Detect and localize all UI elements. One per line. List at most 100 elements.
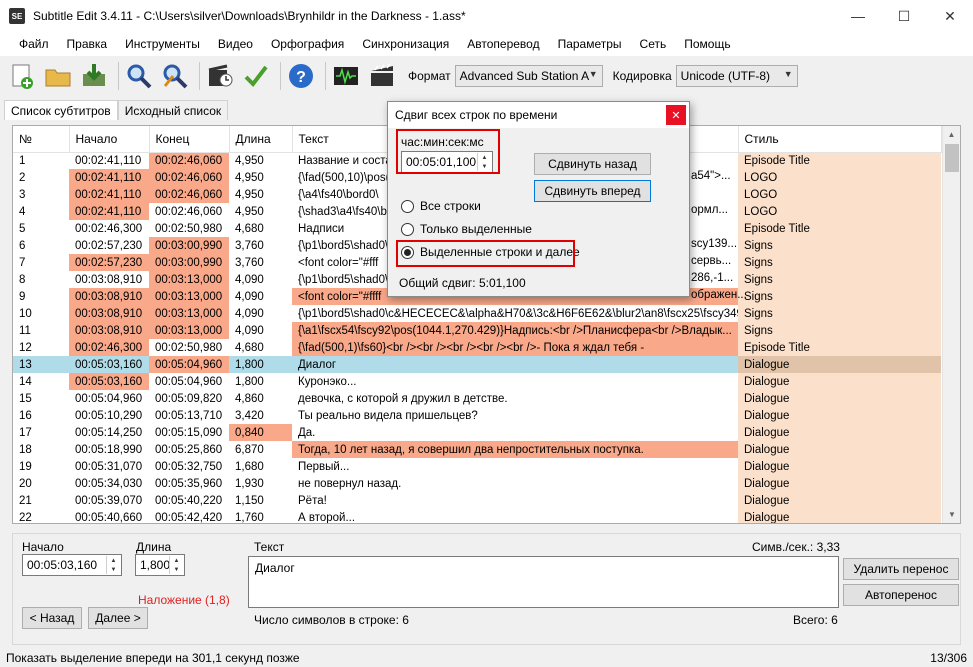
- menu-options[interactable]: Параметры: [549, 37, 631, 51]
- cell-end: 00:02:46,060: [149, 186, 229, 203]
- menu-network[interactable]: Сеть: [631, 37, 676, 51]
- spellcheck-icon[interactable]: [240, 60, 272, 92]
- shift-back-button[interactable]: Сдвинуть назад: [534, 153, 651, 175]
- maximize-button[interactable]: ☐: [881, 0, 927, 32]
- cell-end: 00:03:13,000: [149, 288, 229, 305]
- scroll-down-icon[interactable]: ▼: [943, 506, 960, 523]
- cell-start: 00:03:08,910: [69, 288, 149, 305]
- table-row[interactable]: 11 00:03:08,910 00:03:13,000 4,090 {\a1\fscx…: [13, 322, 941, 339]
- menu-tools[interactable]: Инструменты: [116, 37, 209, 51]
- column-header-duration[interactable]: Длина: [229, 126, 293, 153]
- cell-end: 00:05:42,420: [155, 511, 223, 524]
- menu-autotranslate[interactable]: Автоперевод: [458, 37, 548, 51]
- column-header-start[interactable]: Начало: [69, 126, 150, 153]
- cell-start: 00:05:04,960: [75, 392, 143, 405]
- start-time-input[interactable]: 00:05:03,160 ▲ ▼: [22, 554, 122, 576]
- cell-end: 00:03:00,990: [149, 254, 229, 271]
- radio-selected-only[interactable]: Только выделенные: [401, 222, 532, 236]
- column-header-style[interactable]: Стиль: [738, 126, 942, 153]
- shift-times-dialog: Сдвиг всех строк по времени ✕ час:мин:се…: [387, 101, 690, 297]
- cell-start: 00:03:08,910: [69, 305, 149, 322]
- minimize-button[interactable]: —: [835, 0, 881, 32]
- scroll-thumb[interactable]: [945, 144, 959, 172]
- replace-icon[interactable]: [159, 60, 191, 92]
- menu-sync[interactable]: Синхронизация: [353, 37, 458, 51]
- prev-button[interactable]: < Назад: [22, 607, 82, 629]
- cell-duration: 3,760: [235, 256, 264, 269]
- cell-style: LOGO: [738, 203, 941, 220]
- close-window-button[interactable]: ✕: [927, 0, 973, 32]
- overlap-warning: Наложение (1,8): [138, 593, 230, 607]
- save-icon[interactable]: [78, 60, 110, 92]
- menu-help[interactable]: Помощь: [675, 37, 739, 51]
- encoding-select[interactable]: Unicode (UTF-8) ▼: [675, 65, 798, 87]
- cell-text: не повернул назад.: [298, 477, 402, 490]
- scroll-up-icon[interactable]: ▲: [943, 126, 960, 143]
- grid-scrollbar[interactable]: ▲ ▼: [942, 126, 960, 523]
- tab-original-list[interactable]: Исходный список: [117, 100, 229, 120]
- app-icon: SE: [9, 8, 25, 24]
- duration-input[interactable]: 1,800 ▲ ▼: [135, 554, 185, 576]
- cell-duration: 4,090: [235, 324, 264, 337]
- cell-duration: 3,760: [235, 239, 264, 252]
- visual-sync-icon[interactable]: [204, 60, 236, 92]
- table-row[interactable]: 12 00:02:46,300 00:02:50,980 4,680 {\fad(500…: [13, 339, 941, 356]
- help-icon[interactable]: ?: [285, 60, 317, 92]
- table-row[interactable]: 18 00:05:18,990 00:05:25,860 6,870 Тогда, 10…: [13, 441, 941, 458]
- open-folder-icon[interactable]: [42, 60, 74, 92]
- cell-start: 00:05:31,070: [75, 460, 143, 473]
- format-select[interactable]: Advanced Sub Station A ▼: [454, 65, 603, 87]
- menu-edit[interactable]: Правка: [58, 37, 117, 51]
- start-time-spinner[interactable]: ▲ ▼: [106, 556, 120, 574]
- column-header-end[interactable]: Конец: [149, 126, 230, 153]
- table-row[interactable]: 10 00:03:08,910 00:03:13,000 4,090 {\p1\bord…: [13, 305, 941, 322]
- table-row[interactable]: 20 00:05:34,030 00:05:35,960 1,930 не поверн…: [13, 475, 941, 492]
- cell-number: 13: [13, 356, 69, 373]
- menu-file[interactable]: Файл: [10, 37, 58, 51]
- table-row[interactable]: 13 00:05:03,160 00:05:04,960 1,800 Диалог Dia…: [13, 356, 941, 373]
- radio-circle: [401, 199, 414, 213]
- cell-duration: 4,950: [235, 154, 264, 167]
- dialog-close-icon[interactable]: ✕: [666, 105, 686, 125]
- cell-text: Да.: [298, 426, 316, 439]
- subtitle-text-area[interactable]: Диалог: [248, 556, 839, 608]
- chevron-down-icon: ▼: [783, 69, 793, 79]
- table-row[interactable]: 19 00:05:31,070 00:05:32,750 1,680 Первый...…: [13, 458, 941, 475]
- remove-line-break-button[interactable]: Удалить перенос: [843, 558, 959, 580]
- cell-end: 00:02:46,060: [149, 152, 229, 169]
- video-icon[interactable]: [366, 60, 398, 92]
- cell-style: LOGO: [738, 169, 941, 186]
- cell-start: 00:05:14,250: [75, 426, 143, 439]
- radio-all-lines[interactable]: Все строки: [401, 199, 481, 213]
- table-row[interactable]: 14 00:05:03,160 00:05:04,960 1,800 Куронэко.…: [13, 373, 941, 390]
- cell-number: 6: [19, 239, 26, 252]
- menu-bar: Файл Правка Инструменты Видео Орфография…: [0, 32, 973, 56]
- tab-subtitle-list[interactable]: Список субтитров: [4, 100, 118, 120]
- cell-style: Dialogue: [738, 458, 941, 475]
- duration-spinner[interactable]: ▲ ▼: [169, 556, 183, 574]
- new-file-icon[interactable]: [6, 60, 38, 92]
- menu-spellcheck[interactable]: Орфография: [262, 37, 353, 51]
- column-header-number[interactable]: №: [13, 126, 70, 153]
- waveform-icon[interactable]: [330, 60, 362, 92]
- cell-style: Episode Title: [738, 152, 941, 169]
- find-icon[interactable]: [123, 60, 155, 92]
- next-button[interactable]: Далее >: [88, 607, 148, 629]
- cell-style: Dialogue: [738, 492, 941, 509]
- menu-video[interactable]: Видео: [209, 37, 262, 51]
- cell-duration: 1,150: [235, 494, 264, 507]
- cell-text: Диалог: [292, 356, 738, 373]
- format-label: Формат: [408, 69, 451, 83]
- table-row[interactable]: 22 00:05:40,660 00:05:42,420 1,760 А второй.…: [13, 509, 941, 524]
- table-row[interactable]: 21 00:05:39,070 00:05:40,220 1,150 Рёта! Dial…: [13, 492, 941, 509]
- auto-break-button[interactable]: Автоперенос: [843, 584, 959, 606]
- cell-start: 00:02:41,110: [69, 169, 149, 186]
- cell-duration: 4,950: [235, 188, 264, 201]
- table-row[interactable]: 16 00:05:10,290 00:05:13,710 3,420 Ты реальн…: [13, 407, 941, 424]
- shift-forward-button[interactable]: Сдвинуть вперед: [534, 180, 651, 202]
- chars-per-sec: Симв./сек.: 3,33: [752, 540, 840, 554]
- table-row[interactable]: 15 00:05:04,960 00:05:09,820 4,860 девочка, …: [13, 390, 941, 407]
- cell-end: 00:05:13,710: [155, 409, 223, 422]
- start-label: Начало: [22, 540, 64, 554]
- table-row[interactable]: 17 00:05:14,250 00:05:15,090 0,840 Да. Dialog…: [13, 424, 941, 441]
